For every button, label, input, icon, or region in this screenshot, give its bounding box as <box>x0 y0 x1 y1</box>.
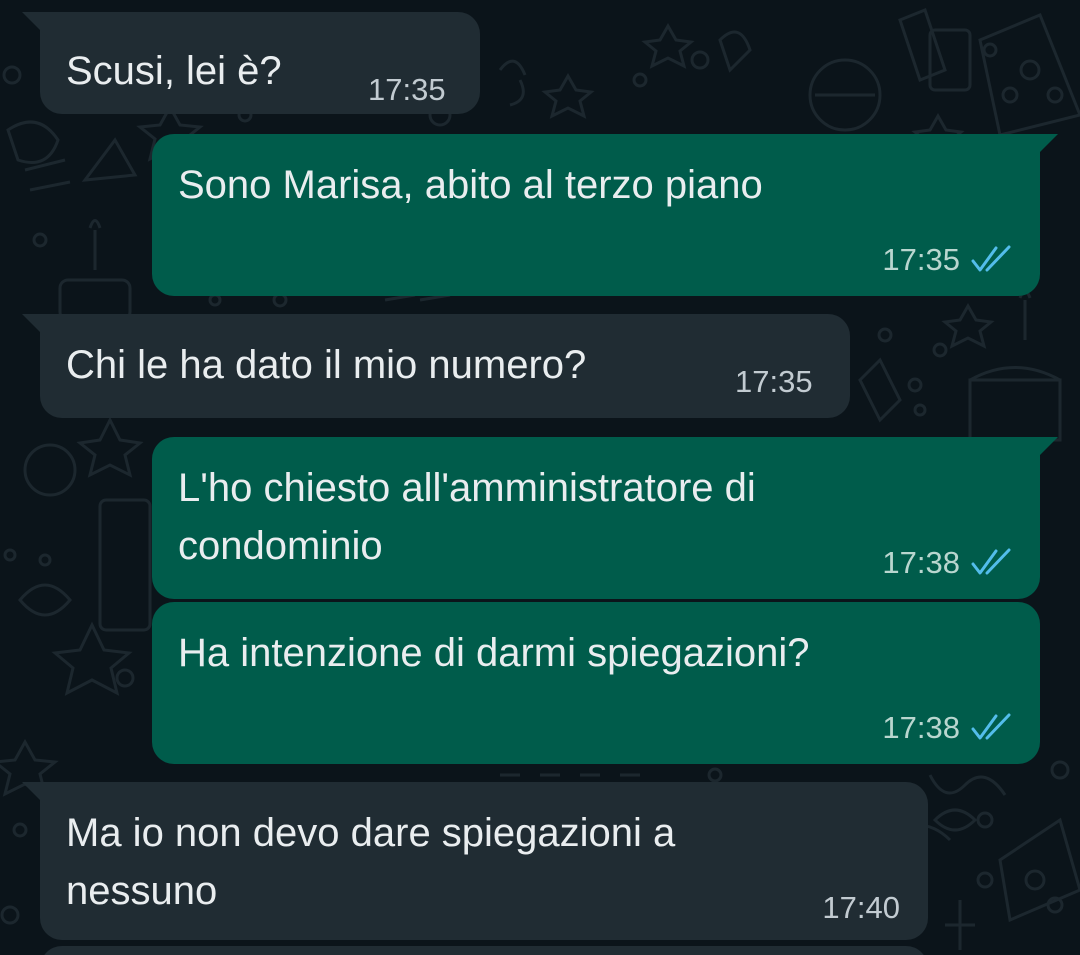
message-text: Ha intenzione di darmi spiegazioni? <box>178 631 810 675</box>
message-time: 17:35 <box>882 242 960 277</box>
message-outgoing[interactable]: L'ho chiesto all'amministratore di condo… <box>152 437 1058 599</box>
message-time: 17:35 <box>368 72 446 107</box>
message-time: 17:35 <box>735 364 813 399</box>
message-meta: 17:40 <box>822 890 900 926</box>
message-time: 17:38 <box>882 710 960 745</box>
double-check-read-icon <box>971 713 1011 740</box>
double-check-read-icon <box>971 245 1011 272</box>
message-meta: 17:38 <box>882 710 1014 746</box>
message-outgoing[interactable]: Ha intenzione di darmi spiegazioni? 17:3… <box>152 602 1040 764</box>
chat-conversation: Scusi, lei è? 17:35 Sono Marisa, abito a… <box>0 0 1080 955</box>
message-time: 17:40 <box>822 890 900 925</box>
message-time: 17:38 <box>882 545 960 580</box>
message-incoming[interactable]: Chi le ha dato il mio numero? 17:35 <box>22 314 850 418</box>
message-text: Scusi, lei è? <box>66 49 282 93</box>
message-text: L'ho chiesto all'amministratore di condo… <box>178 466 756 568</box>
message-text: Ma io non devo dare spiegazioni a nessun… <box>66 811 676 913</box>
message-outgoing[interactable]: Sono Marisa, abito al terzo piano 17:35 <box>152 134 1058 296</box>
message-text: Sono Marisa, abito al terzo piano <box>178 163 763 207</box>
double-check-read-icon <box>971 548 1011 575</box>
message-incoming[interactable]: Ma io non devo dare spiegazioni a nessun… <box>22 782 928 940</box>
message-meta: 17:35 <box>735 364 813 400</box>
message-text: Chi le ha dato il mio numero? <box>66 343 587 387</box>
message-incoming[interactable]: Scusi, lei è? 17:35 <box>22 12 480 114</box>
message-meta: 17:35 <box>882 242 1014 278</box>
message-meta: 17:35 <box>368 72 446 108</box>
message-incoming-partial[interactable] <box>40 946 928 955</box>
message-meta: 17:38 <box>882 545 1014 581</box>
